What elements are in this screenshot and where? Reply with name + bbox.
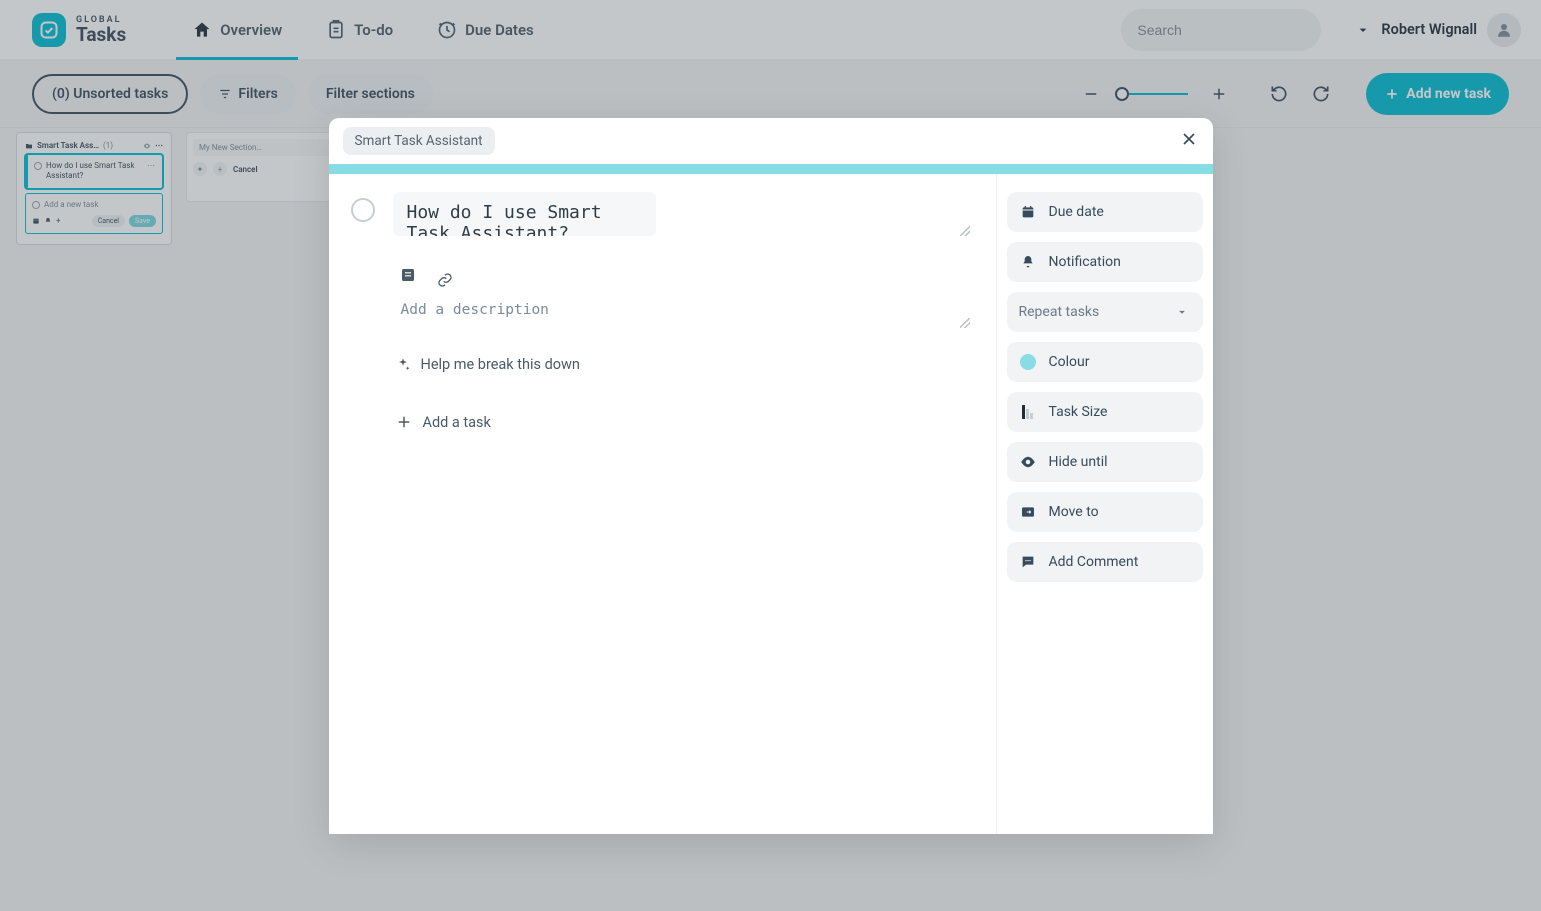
prop-due-date-label: Due date <box>1049 204 1104 220</box>
description-block <box>395 262 974 332</box>
modal-scrim[interactable]: Smart Task Assistant <box>0 0 1541 911</box>
description-input[interactable] <box>395 294 974 328</box>
plus-icon <box>395 413 413 431</box>
prop-repeat-label: Repeat tasks <box>1019 304 1100 320</box>
close-icon <box>1179 129 1199 149</box>
prop-colour-label: Colour <box>1049 354 1090 370</box>
prop-notification[interactable]: Notification <box>1007 242 1203 282</box>
bell-icon <box>1020 254 1036 270</box>
add-subtask-label: Add a task <box>423 414 491 431</box>
prop-task-size-label: Task Size <box>1049 404 1108 420</box>
modal-properties: Due date Notification Repeat tasks Colou… <box>996 174 1213 834</box>
prop-notification-label: Notification <box>1049 254 1121 270</box>
task-title-input[interactable] <box>393 192 656 236</box>
task-detail-modal: Smart Task Assistant <box>329 118 1213 834</box>
comment-icon <box>1020 554 1036 570</box>
prop-due-date[interactable]: Due date <box>1007 192 1203 232</box>
prop-repeat[interactable]: Repeat tasks <box>1007 292 1203 332</box>
colour-swatch-icon <box>1020 354 1036 370</box>
modal-accent-bar <box>329 164 1213 174</box>
modal-close-button[interactable] <box>1179 129 1199 153</box>
task-complete-toggle[interactable] <box>351 198 375 222</box>
task-size-icon <box>1022 405 1033 419</box>
calendar-icon <box>1020 204 1036 220</box>
prop-hide-until[interactable]: Hide until <box>1007 442 1203 482</box>
breadcrumb-chip[interactable]: Smart Task Assistant <box>343 127 495 155</box>
prop-move-to[interactable]: Move to <box>1007 492 1203 532</box>
chevron-down-icon <box>1175 305 1189 319</box>
sparkle-icon <box>395 357 411 373</box>
note-icon[interactable] <box>399 266 417 284</box>
modal-main: Help me break this down Add a task <box>329 174 996 834</box>
ai-breakdown-label: Help me break this down <box>421 356 580 373</box>
prop-colour[interactable]: Colour <box>1007 342 1203 382</box>
link-icon[interactable] <box>437 272 453 288</box>
move-to-icon <box>1020 504 1036 520</box>
add-subtask-button[interactable]: Add a task <box>395 413 974 431</box>
eye-icon <box>1019 453 1037 471</box>
prop-move-to-label: Move to <box>1049 504 1099 520</box>
ai-breakdown-button[interactable]: Help me break this down <box>395 356 974 373</box>
prop-hide-until-label: Hide until <box>1049 454 1108 470</box>
breadcrumb-label: Smart Task Assistant <box>355 133 483 149</box>
modal-header: Smart Task Assistant <box>329 118 1213 164</box>
prop-add-comment-label: Add Comment <box>1049 554 1139 570</box>
prop-task-size[interactable]: Task Size <box>1007 392 1203 432</box>
prop-add-comment[interactable]: Add Comment <box>1007 542 1203 582</box>
resize-grip-icon <box>960 226 970 236</box>
